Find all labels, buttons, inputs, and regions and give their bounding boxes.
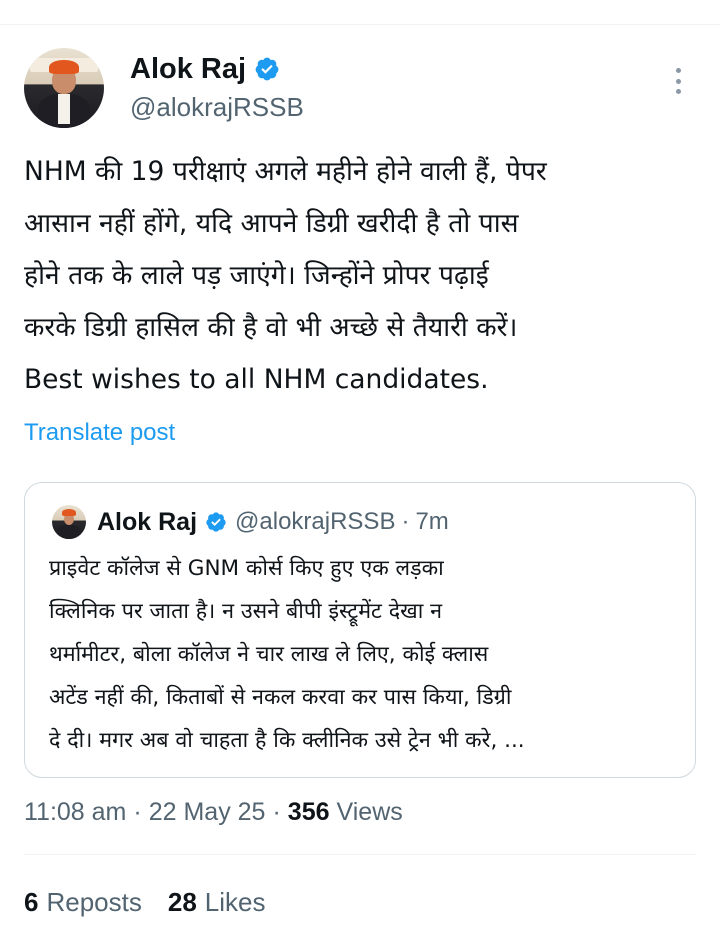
verified-badge-icon <box>255 57 279 81</box>
quoted-text-line: प्राइवेट कॉलेज से GNM कोर्स किए हुए एक ल… <box>49 556 444 581</box>
meta-separator: · <box>133 797 142 826</box>
verified-badge-icon <box>206 512 226 532</box>
quoted-timestamp[interactable]: 7m <box>415 508 448 536</box>
more-options-icon[interactable] <box>668 66 688 96</box>
meta-separator: · <box>272 797 281 826</box>
post-meta: 11:08 am · 22 May 25 · 356 Views <box>24 794 403 830</box>
quoted-post-card[interactable]: Alok Raj @alokrajRSSB · 7m प्राइवेट कॉले… <box>24 482 696 778</box>
post-text: NHM की 19 परीक्षाएं अगले महीने होने वाली… <box>24 146 696 406</box>
post-header: Alok Raj @alokrajRSSB <box>24 44 696 134</box>
views-label[interactable]: Views <box>337 798 403 827</box>
engagement-stats: 6 Reposts 28 Likes <box>24 884 265 920</box>
author-avatar[interactable] <box>24 48 104 128</box>
quoted-author-avatar[interactable] <box>52 505 86 539</box>
quoted-post-text: प्राइवेट कॉलेज से GNM कोर्स किए हुए एक ल… <box>49 547 685 762</box>
reposts-stat[interactable]: 6 Reposts <box>24 887 142 918</box>
stats-divider <box>24 854 696 855</box>
reposts-label: Reposts <box>46 886 142 917</box>
likes-count: 28 <box>167 886 197 917</box>
quoted-separator: · <box>401 508 410 535</box>
post-time[interactable]: 11:08 am <box>24 798 126 827</box>
views-count[interactable]: 356 <box>288 798 330 827</box>
quoted-text-line: क्लिनिक पर जाता है। न उसने बीपी इंस्ट्रू… <box>49 599 443 624</box>
top-divider <box>0 24 720 25</box>
post-text-line: Best wishes to all NHM candidates. <box>24 364 489 395</box>
author-display-name[interactable]: Alok Raj <box>130 53 246 86</box>
quoted-text-line: दे दी। मगर अब वो चाहता है कि क्लीनिक उसे… <box>49 728 525 753</box>
post-text-line: NHM की 19 परीक्षाएं अगले महीने होने वाली… <box>24 156 547 187</box>
author-name-row[interactable]: Alok Raj <box>130 52 280 86</box>
likes-label: Likes <box>204 886 266 917</box>
post-text-line: करके डिग्री हासिल की है वो भी अच्छे से त… <box>24 312 518 343</box>
post-text-line: आसान नहीं होंगे, यदि आपने डिग्री खरीदी ह… <box>24 208 519 239</box>
author-handle[interactable]: @alokrajRSSB <box>130 92 304 123</box>
likes-stat[interactable]: 28 Likes <box>168 887 266 918</box>
post-text-line: होने तक के लाले पड़ जाएंगे। जिन्होंने प्… <box>24 260 489 291</box>
quoted-author-display-name[interactable]: Alok Raj <box>97 508 197 537</box>
post-date[interactable]: 22 May 25 <box>149 798 266 827</box>
quoted-post-header: Alok Raj @alokrajRSSB · 7m <box>97 507 449 537</box>
quoted-text-line: थर्मामीटर, बोला कॉलेज ने चार लाख ले लिए,… <box>49 642 489 667</box>
reposts-count: 6 <box>24 886 39 917</box>
quoted-text-line: अटेंड नहीं की, किताबों से नकल करवा कर पा… <box>49 685 512 710</box>
quoted-author-handle[interactable]: @alokrajRSSB <box>235 508 395 536</box>
translate-post-link[interactable]: Translate post <box>24 419 175 447</box>
